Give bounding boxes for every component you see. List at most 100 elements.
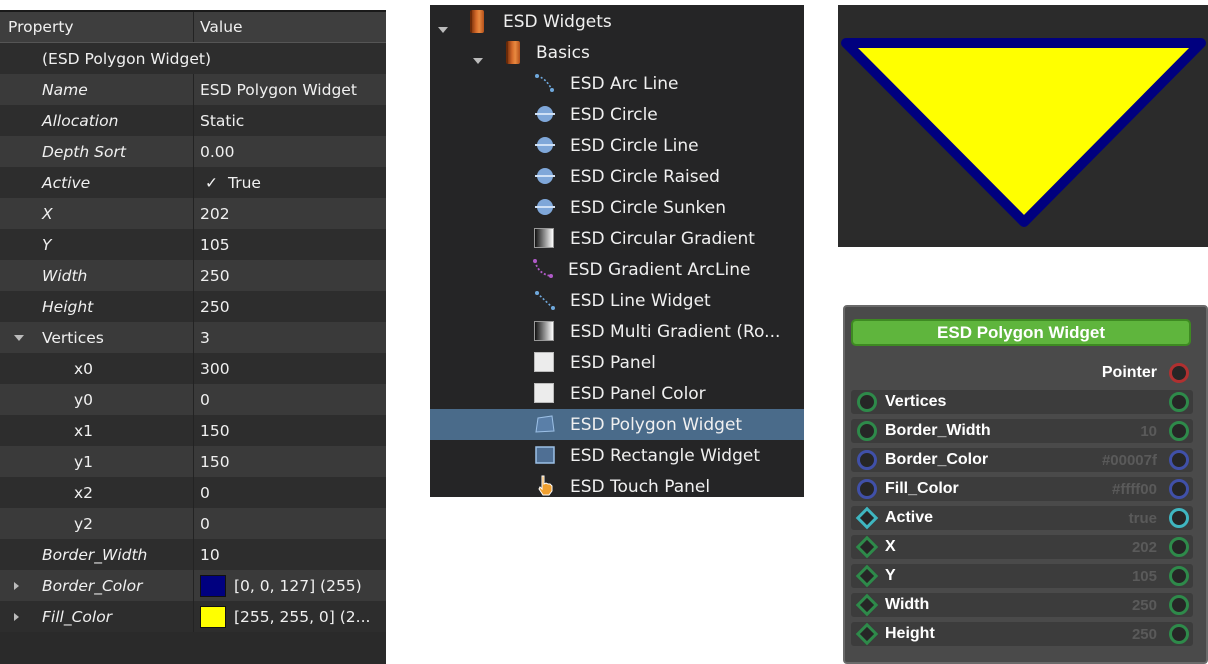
input-label: Y <box>885 567 896 584</box>
output-pin-icon[interactable] <box>1169 392 1189 412</box>
output-pin-icon[interactable] <box>1169 421 1189 441</box>
fill-color-label-text: Fill_Color <box>42 607 113 626</box>
property-row-y0[interactable]: y0 0 <box>0 384 386 415</box>
property-x1-value[interactable]: 150 <box>200 415 382 446</box>
property-border-color-value[interactable]: [0, 0, 127] (255) <box>200 570 382 601</box>
output-pin-icon[interactable] <box>1169 537 1189 557</box>
property-row-border-width[interactable]: Border_Width 10 <box>0 539 386 570</box>
property-height-label: Height <box>0 291 194 322</box>
tree-item-arc-line[interactable]: ESD Arc Line <box>430 68 804 99</box>
property-y-value[interactable]: 105 <box>200 229 382 260</box>
tree-item-multi-gradient[interactable]: ESD Multi Gradient (Ro... <box>430 316 804 347</box>
property-row-name[interactable]: Name ESD Polygon Widget <box>0 74 386 105</box>
property-row-height[interactable]: Height 250 <box>0 291 386 322</box>
property-x0-value[interactable]: 300 <box>200 353 382 384</box>
property-row-x[interactable]: X 202 <box>0 198 386 229</box>
fill-color-swatch[interactable] <box>200 605 226 628</box>
output-pin-icon[interactable] <box>1169 566 1189 586</box>
property-vertices-value[interactable]: 3 <box>200 322 382 353</box>
active-value-text: True <box>228 173 261 192</box>
tree-item-circle-raised[interactable]: ESD Circle Raised <box>430 161 804 192</box>
tree-item-label: ESD Circle Sunken <box>570 197 726 218</box>
property-x-value[interactable]: 202 <box>200 198 382 229</box>
tree-item-gradient-arcline[interactable]: ESD Gradient ArcLine <box>430 254 804 285</box>
property-y2-value[interactable]: 0 <box>200 508 382 539</box>
property-row-y[interactable]: Y 105 <box>0 229 386 260</box>
widget-preview <box>838 5 1208 247</box>
node-input-vertices: Vertices <box>851 388 1193 416</box>
node-title[interactable]: ESD Polygon Widget <box>851 319 1191 346</box>
tree-item-line-widget[interactable]: ESD Line Widget <box>430 285 804 316</box>
property-row-y1[interactable]: y1 150 <box>0 446 386 477</box>
input-pin-icon[interactable] <box>857 479 877 499</box>
tree-item-rectangle-widget[interactable]: ESD Rectangle Widget <box>430 440 804 471</box>
property-row-depth-sort[interactable]: Depth Sort 0.00 <box>0 136 386 167</box>
expand-right-icon[interactable] <box>14 612 19 621</box>
property-border-width-value[interactable]: 10 <box>200 539 382 570</box>
property-row-x0[interactable]: x0 300 <box>0 353 386 384</box>
tree-item-circle[interactable]: ESD Circle <box>430 99 804 130</box>
circle-raised-icon <box>535 168 555 184</box>
property-y1-value[interactable]: 150 <box>200 446 382 477</box>
fill-color-value-text: [255, 255, 0] (2... <box>234 607 371 626</box>
polygon-widget-node[interactable]: ESD Polygon Widget Pointer Vertices Bord… <box>843 305 1208 664</box>
tree-item-panel[interactable]: ESD Panel <box>430 347 804 378</box>
circle-icon <box>535 106 555 122</box>
property-row-x1[interactable]: x1 150 <box>0 415 386 446</box>
output-pin-icon[interactable] <box>1169 479 1189 499</box>
input-value: 250 <box>1131 625 1157 643</box>
node-input-active: Active true <box>851 504 1193 532</box>
value-column-header[interactable]: Value <box>200 12 382 42</box>
property-fill-color-value[interactable]: [255, 255, 0] (2... <box>200 601 382 632</box>
book-icon <box>506 41 520 64</box>
tree-item-panel-color[interactable]: ESD Panel Color <box>430 378 804 409</box>
tree-item-touch-panel[interactable]: ESD Touch Panel <box>430 471 804 497</box>
expand-right-icon[interactable] <box>14 581 19 590</box>
circle-line-icon <box>535 137 555 153</box>
property-row-fill-color[interactable]: Fill_Color [255, 255, 0] (2... <box>0 601 386 632</box>
output-pin-icon[interactable] <box>1169 624 1189 644</box>
collapse-arrow-icon[interactable] <box>438 18 448 38</box>
property-row-vertices[interactable]: Vertices 3 <box>0 322 386 353</box>
input-pin-icon[interactable] <box>857 421 877 441</box>
property-row-width[interactable]: Width 250 <box>0 260 386 291</box>
property-active-value[interactable]: ✓ True <box>200 167 382 198</box>
multi-gradient-icon <box>534 321 554 341</box>
property-grid: Property Value (ESD Polygon Widget) Name… <box>0 10 386 664</box>
property-depth-sort-value[interactable]: 0.00 <box>200 136 382 167</box>
input-pin-icon[interactable] <box>857 392 877 412</box>
tree-item-label: ESD Line Widget <box>570 290 711 311</box>
property-height-value[interactable]: 250 <box>200 291 382 322</box>
property-x2-value[interactable]: 0 <box>200 477 382 508</box>
tree-item-circular-gradient[interactable]: ESD Circular Gradient <box>430 223 804 254</box>
border-color-swatch[interactable] <box>200 574 226 597</box>
property-width-value[interactable]: 250 <box>200 260 382 291</box>
property-column-header[interactable]: Property <box>0 12 194 42</box>
property-y0-value[interactable]: 0 <box>200 384 382 415</box>
output-pin-icon[interactable] <box>1169 363 1189 383</box>
checkmark-icon[interactable]: ✓ <box>205 174 218 192</box>
property-fill-color-label: Fill_Color <box>0 601 194 632</box>
expand-down-icon[interactable] <box>14 334 24 341</box>
property-row-allocation[interactable]: Allocation Static <box>0 105 386 136</box>
property-name-value[interactable]: ESD Polygon Widget <box>200 74 382 105</box>
tree-group-basics[interactable]: Basics <box>430 37 804 68</box>
tree-item-label: ESD Circle Raised <box>570 166 720 187</box>
property-row-border-color[interactable]: Border_Color [0, 0, 127] (255) <box>0 570 386 601</box>
property-row-y2[interactable]: y2 0 <box>0 508 386 539</box>
property-allocation-value[interactable]: Static <box>200 105 382 136</box>
tree-item-label: ESD Panel Color <box>570 383 706 404</box>
input-value: 105 <box>1131 567 1157 585</box>
output-pin-icon[interactable] <box>1169 450 1189 470</box>
tree-item-circle-sunken[interactable]: ESD Circle Sunken <box>430 192 804 223</box>
output-pin-icon[interactable] <box>1169 595 1189 615</box>
property-row-active[interactable]: Active ✓ True <box>0 167 386 198</box>
property-name-label: Name <box>0 74 194 105</box>
property-row-x2[interactable]: x2 0 <box>0 477 386 508</box>
collapse-arrow-icon[interactable] <box>473 49 483 69</box>
input-pin-icon[interactable] <box>857 450 877 470</box>
tree-item-polygon-widget[interactable]: ESD Polygon Widget <box>430 409 804 440</box>
tree-item-circle-line[interactable]: ESD Circle Line <box>430 130 804 161</box>
output-pin-icon[interactable] <box>1169 508 1189 528</box>
tree-root-esd-widgets[interactable]: ESD Widgets <box>430 6 804 37</box>
